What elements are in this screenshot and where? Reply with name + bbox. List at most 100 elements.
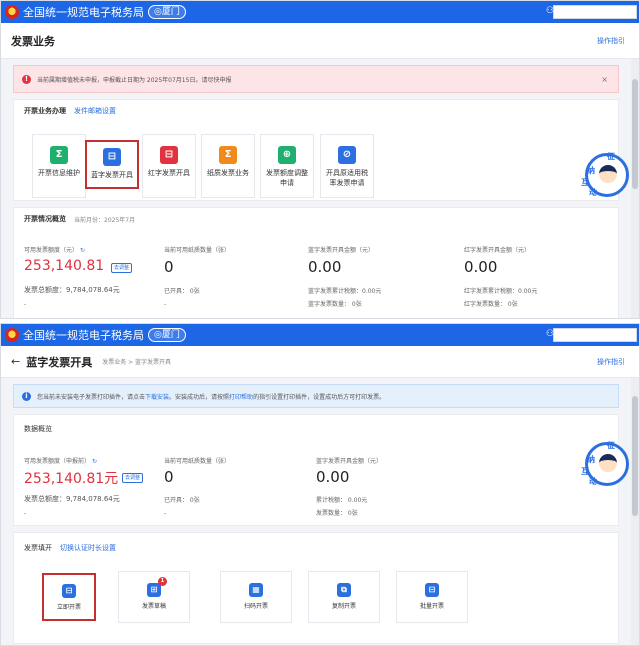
tile-label: 红字发票开具 — [148, 169, 190, 177]
page-title: 蓝字发票开具 — [26, 355, 93, 369]
card-header: 数据概览 — [14, 415, 618, 443]
red-total-value: 0.00 — [464, 258, 498, 276]
page-title: 发票业务 — [11, 34, 55, 48]
download-install-link[interactable]: 下载安装 — [145, 392, 169, 401]
tile-tax-rate-apply[interactable]: ⊘ 开具原适用税率发票申请 — [320, 134, 374, 198]
card-title: 开票业务办理 — [24, 107, 66, 115]
adjust-tag[interactable]: 去调整 — [122, 473, 144, 483]
region-selector[interactable]: ◎厦门 — [148, 5, 186, 19]
red-total-label: 红字发票开具金额（元） — [464, 247, 531, 254]
tile-invoice-info[interactable]: Σ 开票信息维护 — [32, 134, 86, 198]
scroll-thumb[interactable] — [632, 396, 638, 516]
top-bar: 全国统一规范电子税务局 ◎厦门 ⚇ — [1, 324, 639, 346]
blue-total-label: 蓝字发票开具金额（元） — [308, 247, 375, 254]
user-name-box[interactable] — [553, 5, 637, 19]
mascot-face-icon — [599, 454, 617, 472]
top-bar: 全国统一规范电子税务局 ◎厦门 ⚇ — [1, 1, 639, 23]
page-header: 发票业务 操作指引 — [1, 23, 639, 59]
dash-value: - — [24, 510, 27, 517]
scrollbar[interactable] — [631, 59, 639, 318]
tile-draft[interactable]: ⊞ 1 发票草稿 — [118, 571, 190, 623]
tile-scan-code[interactable]: ▦ 扫码开票 — [220, 571, 292, 623]
total-quota: 发票总额度：9,784,078.64元 — [24, 495, 120, 503]
tile-issue-now[interactable]: ⊟ 立即开票 — [42, 573, 96, 621]
label-text: 可用发票额度（元） — [24, 247, 79, 254]
tile-batch-invoice[interactable]: ⊟ 批量开票 — [396, 571, 468, 623]
mascot-assistant[interactable]: 征 纳 互 动 — [581, 152, 629, 199]
tile-label: 批量开票 — [419, 603, 444, 610]
site-title[interactable]: 全国统一规范电子税务局 — [23, 4, 144, 20]
remaining-label: 当前可用纸质数量（张） — [164, 247, 231, 254]
issued-count: 已开具： 0张 — [164, 497, 200, 504]
current-month: 当前月份：2025年7月 — [74, 216, 136, 224]
blue-total-value: 0.00 — [308, 258, 342, 276]
available-quota-label: 可用发票额度（元） ↻ — [24, 246, 85, 255]
info-text-a: 您当前未安装电子发票打印插件，请点击 — [37, 393, 146, 401]
available-quota-label: 可用发票额度（申报前） ↻ — [24, 457, 97, 466]
mailbox-settings-link[interactable]: 发件邮箱设置 — [74, 106, 116, 116]
tile-blue-invoice[interactable]: ⊟ 蓝字发票开具 — [85, 140, 139, 189]
available-amount: 253,140.81 — [24, 258, 105, 274]
screenshot-blue-invoice: 全国统一规范电子税务局 ◎厦门 ⚇ ← 蓝字发票开具 发票业务 > 蓝字发票开具… — [0, 323, 640, 646]
invoice-info-icon: Σ — [50, 146, 68, 164]
tile-label: 复制开票 — [331, 603, 356, 610]
alert-icon: ! — [22, 74, 31, 84]
breadcrumb[interactable]: 发票业务 > 蓝字发票开具 — [102, 357, 171, 366]
mascot-char: 互 — [581, 467, 589, 476]
mascot-char: 纳 — [587, 455, 595, 464]
issued-count: 已开具： 0张 — [164, 288, 200, 295]
info-icon: i — [22, 391, 31, 401]
plugin-info-banner: i 您当前未安装电子发票打印插件，请点击 下载安装 。安装成功后，请按照 打印帮… — [13, 384, 619, 408]
card-header: 开票业务办理 发件邮箱设置 — [14, 100, 618, 122]
tile-quota-adjust[interactable]: ⊕ 发票额度调整申请 — [260, 134, 314, 198]
mascot-face-icon — [599, 165, 617, 183]
back-arrow-icon[interactable]: ← — [11, 355, 20, 368]
remaining-value: 0 — [164, 468, 174, 486]
print-help-link[interactable]: 打印帮助 — [229, 392, 253, 401]
blue-count: 蓝字发票数量： 0张 — [308, 301, 362, 308]
auth-duration-link[interactable]: 切换认证时长设置 — [60, 543, 116, 553]
tile-paper-invoice[interactable]: Σ 纸质发票业务 — [201, 134, 255, 198]
remaining-label: 当前可用纸质数量（张） — [164, 458, 231, 465]
mascot-assistant[interactable]: 征 纳 互 动 — [581, 441, 629, 488]
dash-value: - — [164, 510, 167, 517]
region-selector[interactable]: ◎厦门 — [148, 328, 186, 342]
tile-label: 发票额度调整申请 — [266, 169, 308, 187]
draft-icon: ⊞ 1 — [147, 577, 167, 597]
alert-text: 当前属期增值税未申报，申报截止日期为 2025年07月15日。请尽快申报 — [37, 76, 232, 84]
scroll-thumb[interactable] — [632, 79, 638, 189]
mascot-char: 动 — [589, 188, 597, 197]
page-header: ← 蓝字发票开具 发票业务 > 蓝字发票开具 操作指引 — [1, 346, 639, 378]
invoice-overview-card: 开票情况概览 当前月份：2025年7月 可用发票额度（元） ↻ 253,140.… — [13, 207, 619, 318]
mascot-char: 征 — [607, 152, 615, 161]
scrollbar[interactable] — [631, 378, 639, 645]
card-title: 开票情况概览 — [24, 215, 66, 223]
tile-label: 发票草稿 — [141, 603, 166, 610]
dash-value: - — [24, 301, 27, 308]
tile-copy-invoice[interactable]: ⧉ 复制开票 — [308, 571, 380, 623]
data-overview-card: 数据概览 可用发票额度（申报前） ↻ 253,140.81元 去调整 发票总额度… — [13, 414, 619, 526]
quota-adjust-icon: ⊕ — [278, 146, 296, 164]
refresh-icon[interactable]: ↻ — [80, 247, 85, 254]
red-count: 红字发票数量： 0张 — [464, 301, 518, 308]
issue-now-icon: ⊟ — [62, 584, 76, 598]
tile-red-invoice[interactable]: ⊟ 红字发票开具 — [142, 134, 196, 198]
blue-invoice-icon: ⊟ — [103, 148, 121, 166]
user-name-box[interactable] — [553, 328, 637, 342]
mascot-char: 动 — [589, 477, 597, 486]
operation-guide-link[interactable]: 操作指引 — [597, 36, 625, 46]
close-icon[interactable]: × — [601, 75, 608, 84]
tile-label: 开具原适用税率发票申请 — [326, 169, 368, 187]
operation-guide-link[interactable]: 操作指引 — [597, 357, 625, 367]
label-text: 可用发票额度（申报前） — [24, 458, 91, 465]
invoice-business-card: 开票业务办理 发件邮箱设置 Σ 开票信息维护 ⊟ 蓝字发票开具 ⊟ 红字发票开具… — [13, 99, 619, 201]
draft-count-badge: 1 — [158, 577, 167, 586]
tile-label: 开票信息维护 — [38, 169, 80, 177]
site-title[interactable]: 全国统一规范电子税务局 — [23, 327, 144, 343]
red-tax: 红字发票累计税额：0.00元 — [464, 288, 538, 295]
refresh-icon[interactable]: ↻ — [92, 458, 97, 465]
adjust-tag[interactable]: 去调整 — [111, 263, 133, 273]
mascot-char: 纳 — [587, 166, 595, 175]
batch-invoice-icon: ⊟ — [425, 583, 439, 597]
invoice-count: 发票数量： 0张 — [316, 510, 358, 517]
